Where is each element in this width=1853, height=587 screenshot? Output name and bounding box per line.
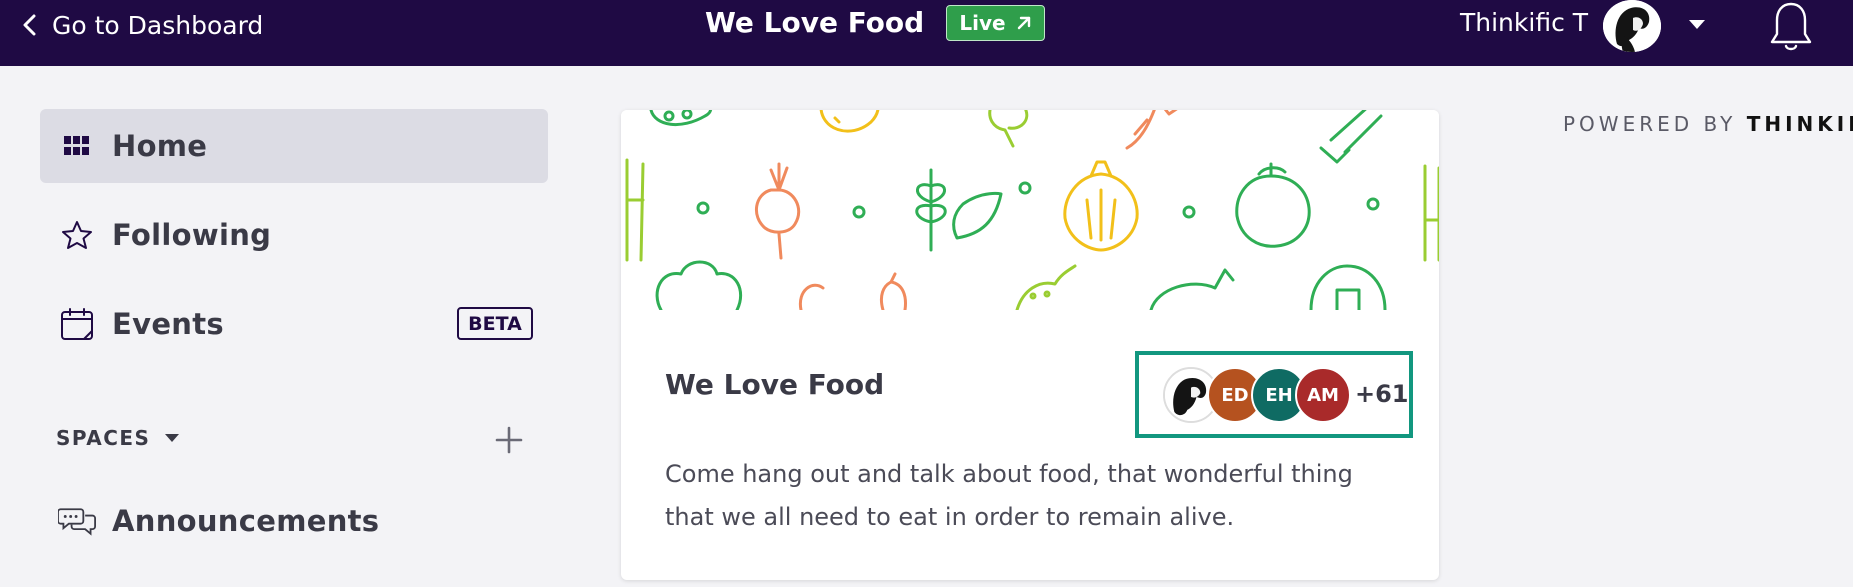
sidebar-item-events[interactable]: Events BETA	[40, 287, 548, 361]
sidebar-item-home[interactable]: Home	[40, 109, 548, 183]
community-card[interactable]: We Love Food ED EH AM +61 Come hang out …	[621, 110, 1439, 580]
sidebar-item-label: Home	[112, 129, 208, 163]
user-avatar[interactable]	[1603, 0, 1661, 52]
caret-down-icon	[165, 434, 180, 442]
go-to-dashboard-link[interactable]: Go to Dashboard	[22, 10, 263, 40]
add-space-plus-icon[interactable]	[494, 425, 524, 455]
sidebar-item-label: Events	[112, 307, 224, 341]
spaces-label: SPACES	[56, 426, 151, 450]
powered-by-thinkific[interactable]: POWERED BY THINKIF	[1563, 112, 1853, 136]
member-avatar-initials: AM	[1295, 367, 1351, 423]
sidebar-item-following[interactable]: Following	[40, 198, 548, 272]
external-arrow-icon	[1017, 16, 1030, 30]
user-name: Thinkific T	[1460, 8, 1589, 37]
chevron-left-icon	[23, 14, 36, 36]
chevron-down-icon[interactable]	[1688, 18, 1706, 30]
community-card-title: We Love Food	[665, 368, 885, 401]
vegetable-pattern-illustration	[625, 110, 1439, 310]
community-card-description: Come hang out and talk about food, that …	[665, 460, 1353, 531]
star-icon	[58, 216, 96, 254]
community-title: We Love Food	[705, 6, 925, 39]
spaces-toggle[interactable]: SPACES	[56, 426, 180, 450]
member-more-count: +61	[1355, 380, 1409, 408]
grid-icon	[58, 127, 96, 165]
powered-by-prefix: POWERED BY	[1563, 112, 1737, 136]
members-avatar-group[interactable]: ED EH AM +61	[1135, 351, 1413, 438]
avatar-photo-icon	[1603, 0, 1661, 52]
calendar-icon	[58, 305, 96, 343]
bell-icon[interactable]	[1768, 0, 1814, 52]
sidebar-item-label: Announcements	[112, 504, 380, 538]
live-label: Live	[959, 11, 1006, 35]
top-bar: Go to Dashboard We Love Food Live Thinki…	[0, 0, 1853, 66]
beta-badge: BETA	[457, 307, 533, 340]
thinkific-brand: THINKIF	[1746, 112, 1853, 136]
food-pattern-banner	[621, 110, 1439, 310]
sidebar-item-announcements[interactable]: Announcements	[40, 484, 548, 558]
sidebar-item-label: Following	[112, 218, 272, 252]
live-badge[interactable]: Live	[946, 5, 1045, 41]
back-label: Go to Dashboard	[52, 10, 264, 40]
chat-bubbles-icon	[58, 502, 96, 540]
